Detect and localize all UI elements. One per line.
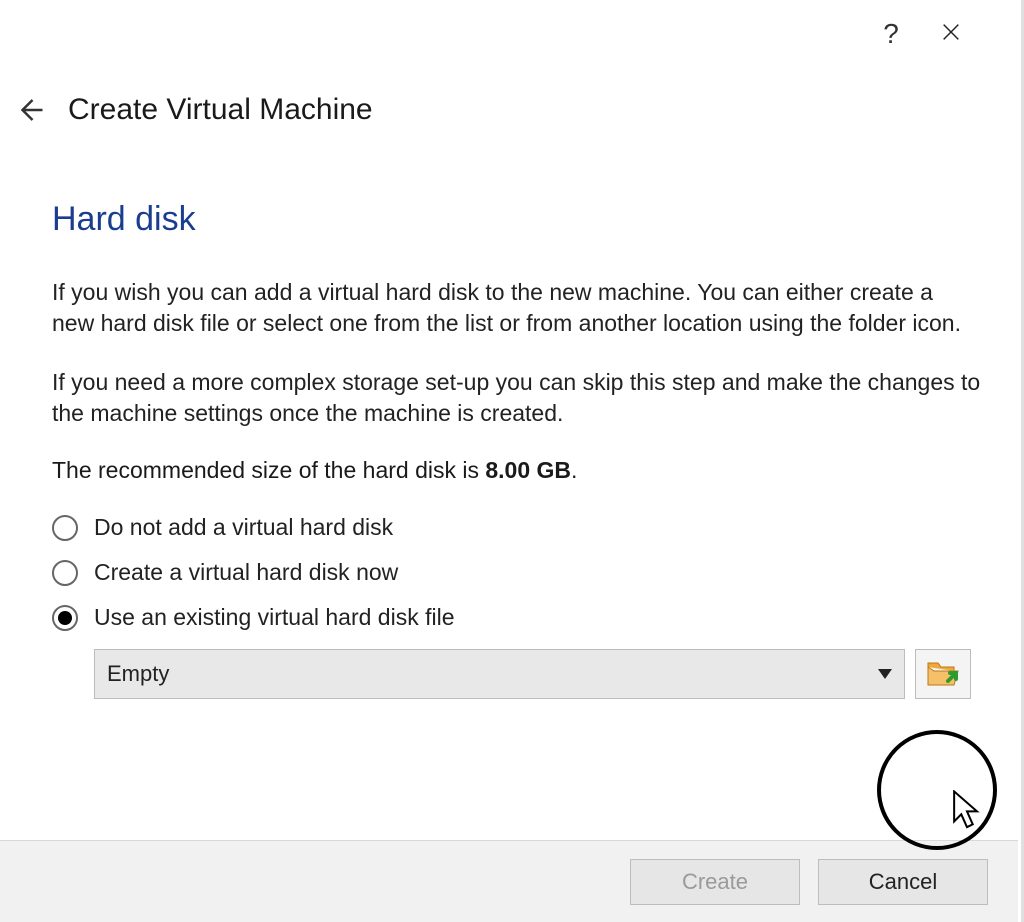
annotation-highlight-circle: [877, 730, 997, 850]
footer-buttons: Create Cancel: [0, 840, 1018, 922]
option-label: Use an existing virtual hard disk file: [94, 604, 455, 631]
help-button[interactable]: ?: [861, 18, 921, 50]
option-label: Do not add a virtual hard disk: [94, 514, 393, 541]
option-do-not-add[interactable]: Do not add a virtual hard disk: [52, 514, 981, 541]
recommended-size-value: 8.00 GB: [485, 457, 571, 483]
intro-paragraph-1: If you wish you can add a virtual hard d…: [52, 277, 981, 339]
intro-paragraph-2: If you need a more complex storage set-u…: [52, 367, 981, 429]
close-icon: [940, 21, 962, 43]
radio-icon: [52, 560, 78, 586]
titlebar: ?: [0, 0, 1021, 60]
cancel-button[interactable]: Cancel: [818, 859, 988, 905]
hard-disk-radio-group: Do not add a virtual hard disk Create a …: [52, 514, 981, 631]
combo-value: Empty: [107, 661, 169, 687]
cursor-icon: [951, 790, 983, 830]
existing-disk-combo[interactable]: Empty: [94, 649, 905, 699]
recommended-size-line: The recommended size of the hard disk is…: [52, 457, 981, 484]
section-heading: Hard disk: [52, 200, 981, 239]
wizard-window: ? Create Virtual Machine Hard disk If yo…: [0, 0, 1024, 922]
radio-icon: [52, 515, 78, 541]
option-use-existing[interactable]: Use an existing virtual hard disk file: [52, 604, 981, 631]
close-button[interactable]: [921, 18, 981, 50]
create-button[interactable]: Create: [630, 859, 800, 905]
page-title: Create Virtual Machine: [68, 93, 373, 127]
folder-open-icon: [926, 659, 960, 689]
recommended-prefix: The recommended size of the hard disk is: [52, 457, 485, 483]
chevron-down-icon: [878, 669, 892, 679]
back-button[interactable]: [10, 90, 50, 130]
browse-disk-button[interactable]: [915, 649, 971, 699]
back-arrow-icon: [15, 95, 45, 125]
recommended-suffix: .: [571, 457, 577, 483]
option-label: Create a virtual hard disk now: [94, 559, 398, 586]
existing-disk-row: Empty: [94, 649, 971, 699]
header: Create Virtual Machine: [0, 90, 1021, 130]
option-create-new[interactable]: Create a virtual hard disk now: [52, 559, 981, 586]
radio-icon-selected: [52, 605, 78, 631]
content-area: Hard disk If you wish you can add a virt…: [0, 200, 1021, 699]
